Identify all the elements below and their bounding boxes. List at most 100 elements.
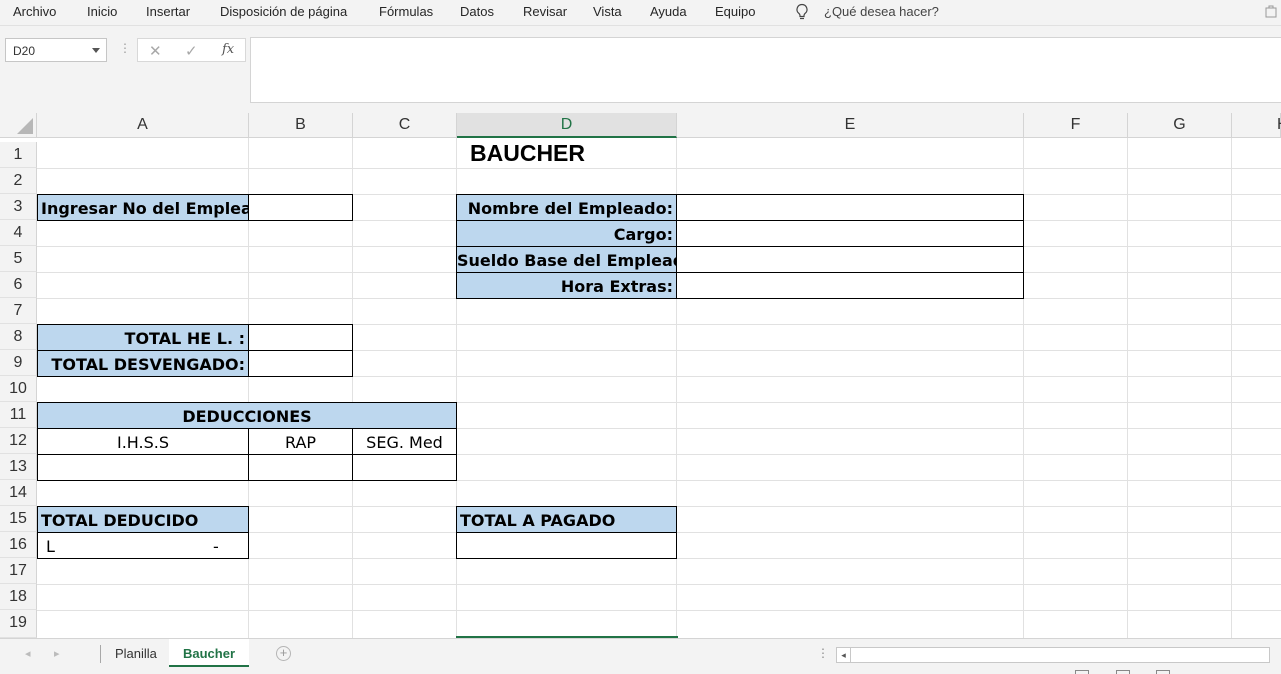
menu-vista[interactable]: Vista (593, 4, 622, 19)
prev-sheet-icon[interactable]: ◂ (25, 647, 31, 660)
total-he-value-cell[interactable] (248, 324, 353, 351)
column-header-b[interactable]: B (249, 113, 353, 138)
cargo-label-cell[interactable]: Cargo: (456, 220, 677, 247)
row-header-9[interactable]: 9 (0, 350, 37, 376)
menu-inicio[interactable]: Inicio (87, 4, 117, 19)
resize-handle[interactable]: ⋮ (119, 41, 131, 55)
row-header-18[interactable]: 18 (0, 584, 37, 610)
gridline (37, 168, 1281, 169)
select-all-button[interactable] (0, 113, 37, 138)
column-header-c[interactable]: C (353, 113, 457, 138)
total-deducido-label-cell[interactable]: TOTAL DEDUCIDO (37, 506, 249, 533)
nombre-label-cell[interactable]: Nombre del Empleado: (456, 194, 677, 221)
column-header-f[interactable]: F (1024, 113, 1128, 138)
column-header-a[interactable]: A (37, 113, 249, 138)
row-header-3[interactable]: 3 (0, 194, 37, 220)
menu-insertar[interactable]: Insertar (146, 4, 190, 19)
gridline (1231, 138, 1232, 638)
chevron-down-icon[interactable] (92, 48, 100, 53)
row-header-19[interactable]: 19 (0, 610, 37, 638)
total-desvengado-label-cell[interactable]: TOTAL DESVENGADO: (37, 350, 249, 377)
sueldo-value-cell[interactable] (676, 246, 1024, 273)
formula-input[interactable] (250, 37, 1281, 103)
total-he-label-cell[interactable]: TOTAL HE L. : (37, 324, 249, 351)
row-header-12[interactable]: 12 (0, 428, 37, 454)
tab-split-handle[interactable]: ⋮ (817, 646, 829, 660)
formula-buttons: ✕ ✓ fx (137, 38, 246, 62)
segmed-value-cell[interactable] (352, 454, 457, 481)
row-header-6[interactable]: 6 (0, 272, 37, 298)
segmed-label-cell[interactable]: SEG. Med (352, 428, 457, 455)
share-icon[interactable] (1264, 4, 1278, 18)
horizontal-scrollbar[interactable]: ◂ (836, 647, 1270, 663)
insert-function-icon[interactable]: fx (222, 42, 234, 57)
tell-me-search[interactable]: ¿Qué desea hacer? (824, 4, 939, 19)
sheet-tab-bar: ◂ ▸ Planilla Baucher + ⋮ ◂ (0, 638, 1281, 668)
column-header-e[interactable]: E (677, 113, 1024, 138)
gridline (1127, 138, 1128, 638)
status-bar (0, 668, 1281, 674)
menu-archivo[interactable]: Archivo (13, 4, 56, 19)
add-sheet-icon[interactable]: + (276, 646, 291, 661)
hora-extras-label-cell[interactable]: Hora Extras: (456, 272, 677, 299)
sueldo-label-cell[interactable]: Sueldo Base del Empleado: (456, 246, 677, 273)
total-pagado-label-cell[interactable]: TOTAL A PAGADO (456, 506, 677, 533)
row-header-11[interactable]: 11 (0, 402, 37, 428)
rap-value-cell[interactable] (248, 454, 353, 481)
currency-symbol: L (46, 537, 55, 556)
row-header-2[interactable]: 2 (0, 168, 37, 194)
deducciones-header-cell[interactable]: DEDUCCIONES (37, 402, 457, 429)
nombre-value-cell[interactable] (676, 194, 1024, 221)
hora-extras-value-cell[interactable] (676, 272, 1024, 299)
lightbulb-icon[interactable] (795, 3, 809, 21)
row-header-15[interactable]: 15 (0, 506, 37, 532)
cancel-icon[interactable]: ✕ (149, 42, 162, 60)
total-deducido-amount: - (213, 537, 219, 556)
page-layout-view-icon[interactable] (1116, 670, 1130, 674)
formula-bar: D20 ⋮ ✕ ✓ fx (0, 26, 1281, 113)
ihss-label-cell[interactable]: I.H.S.S (37, 428, 249, 455)
gridline (37, 584, 1281, 585)
row-header-14[interactable]: 14 (0, 480, 37, 506)
cargo-value-cell[interactable] (676, 220, 1024, 247)
row-header-13[interactable]: 13 (0, 454, 37, 480)
ingresar-label-cell[interactable]: Ingresar No del Empleado: (37, 194, 249, 221)
menu-datos[interactable]: Datos (460, 4, 494, 19)
row-header-7[interactable]: 7 (0, 298, 37, 324)
page-break-view-icon[interactable] (1156, 670, 1170, 674)
column-header-h[interactable]: H (1232, 113, 1281, 138)
gridline (37, 610, 1281, 611)
menu-formulas[interactable]: Fórmulas (379, 4, 433, 19)
total-desvengado-value-cell[interactable] (248, 350, 353, 377)
ihss-value-cell[interactable] (37, 454, 249, 481)
rap-label-cell[interactable]: RAP (248, 428, 353, 455)
sheet-title: BAUCHER (470, 140, 585, 166)
column-header-g[interactable]: G (1128, 113, 1232, 138)
row-header-4[interactable]: 4 (0, 220, 37, 246)
name-box[interactable]: D20 (5, 38, 107, 62)
row-header-1[interactable]: 1 (0, 142, 37, 168)
column-header-d[interactable]: D (457, 113, 677, 138)
total-deducido-value-cell[interactable]: L - (37, 532, 249, 559)
next-sheet-icon[interactable]: ▸ (54, 647, 60, 660)
select-all-triangle-icon (17, 118, 33, 134)
normal-view-icon[interactable] (1075, 670, 1089, 674)
row-header-16[interactable]: 16 (0, 532, 37, 558)
menu-revisar[interactable]: Revisar (523, 4, 567, 19)
row-header-8[interactable]: 8 (0, 324, 37, 350)
row-header-5[interactable]: 5 (0, 246, 37, 272)
total-pagado-value-cell[interactable] (456, 532, 677, 559)
ribbon-tab-bar: Archivo Inicio Insertar Disposición de p… (0, 0, 1281, 26)
menu-ayuda[interactable]: Ayuda (650, 4, 687, 19)
scroll-left-icon[interactable]: ◂ (837, 648, 851, 662)
row-header-17[interactable]: 17 (0, 558, 37, 584)
tab-baucher[interactable]: Baucher (169, 639, 250, 667)
menu-equipo[interactable]: Equipo (715, 4, 755, 19)
cell-grid[interactable]: BAUCHER Ingresar No del Empleado: Nombre… (37, 138, 1281, 638)
name-box-value: D20 (13, 44, 36, 58)
enter-icon[interactable]: ✓ (185, 42, 198, 60)
employee-number-cell[interactable] (248, 194, 353, 221)
tab-planilla[interactable]: Planilla (101, 639, 171, 667)
menu-disposicion-de-pagina[interactable]: Disposición de página (220, 4, 347, 19)
row-header-10[interactable]: 10 (0, 376, 37, 402)
